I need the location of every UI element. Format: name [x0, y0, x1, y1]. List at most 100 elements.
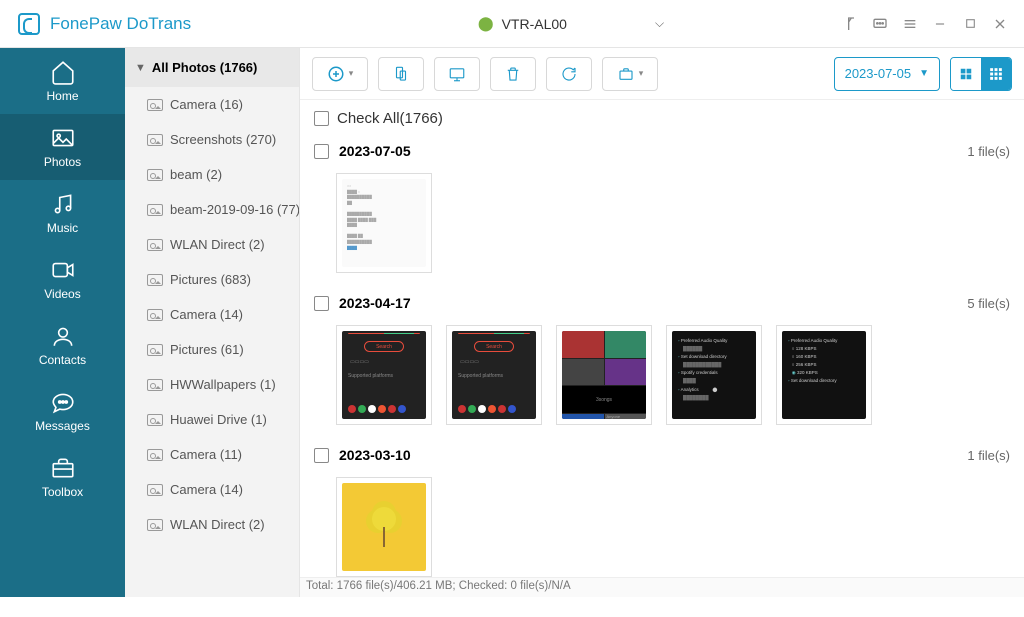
check-all-row: Check All(1766) — [300, 100, 1024, 137]
refresh-button[interactable] — [546, 57, 592, 91]
pc-transfer-icon — [448, 65, 466, 83]
videos-icon — [50, 257, 76, 283]
group-file-count: 1 file(s) — [967, 448, 1010, 463]
tree-item[interactable]: Camera (14) — [125, 297, 299, 332]
sidebar-item-label: Photos — [44, 155, 81, 169]
tree-item-label: beam (2) — [170, 167, 222, 182]
thumbnail-row: Search▭▭▭▭Supported platformsSearch▭▭▭▭S… — [314, 317, 1010, 441]
thumbnail-row — [314, 469, 1010, 577]
photo-folder-icon — [147, 99, 163, 111]
tree-header-label: All Photos (1766) — [152, 60, 257, 75]
minimize-button[interactable] — [932, 16, 948, 32]
group-date: 2023-07-05 — [339, 143, 411, 159]
export-pc-button[interactable] — [434, 57, 480, 91]
menu-icon[interactable] — [902, 16, 918, 32]
sidebar-item-home[interactable]: Home — [0, 48, 125, 114]
add-button[interactable]: ▾ — [312, 57, 368, 91]
photo-folder-icon — [147, 204, 163, 216]
sidebar-item-label: Messages — [35, 419, 90, 433]
photo-folder-icon — [147, 449, 163, 461]
tree-item-label: Pictures (683) — [170, 272, 251, 287]
view-toggle — [950, 57, 1012, 91]
titlebar: FonePaw DoTrans ⬤ VTR-AL00 ⌵ — [0, 0, 1024, 48]
statusbar: Total: 1766 file(s)/406.21 MB; Checked: … — [300, 577, 1024, 597]
music-icon — [50, 191, 76, 217]
tree-item[interactable]: HWWallpapers (1) — [125, 367, 299, 402]
briefcase-icon — [617, 65, 635, 83]
sidebar-item-label: Home — [46, 89, 78, 103]
delete-button[interactable] — [490, 57, 536, 91]
group-checkbox[interactable] — [314, 296, 329, 311]
tree-item-label: HWWallpapers (1) — [170, 377, 276, 392]
view-grid-small-button[interactable] — [981, 58, 1011, 90]
contacts-icon — [50, 323, 76, 349]
grid-large-icon — [959, 67, 973, 81]
photo-folder-icon — [147, 134, 163, 146]
app-title: FonePaw DoTrans — [50, 14, 191, 34]
view-grid-large-button[interactable] — [951, 58, 981, 90]
sidebar-item-label: Toolbox — [42, 485, 83, 499]
photo-thumbnail[interactable]: Search▭▭▭▭Supported platforms — [336, 325, 432, 425]
share-icon[interactable] — [842, 16, 858, 32]
main-layout: Home Photos Music Videos Contacts Messag… — [0, 48, 1024, 597]
folder-tree: ▼ All Photos (1766) Camera (16) Screensho… — [125, 48, 300, 597]
feedback-icon[interactable] — [872, 16, 888, 32]
photo-thumbnail[interactable] — [336, 477, 432, 577]
tree-item[interactable]: Huawei Drive (1) — [125, 402, 299, 437]
tree-item[interactable]: Pictures (61) — [125, 332, 299, 367]
sidebar-item-label: Music — [47, 221, 78, 235]
close-button[interactable] — [992, 16, 1008, 32]
photo-folder-icon — [147, 379, 163, 391]
tree-item-label: WLAN Direct (2) — [170, 517, 265, 532]
date-filter[interactable]: 2023-07-05 ▼ — [834, 57, 940, 91]
tree-item[interactable]: WLAN Direct (2) — [125, 507, 299, 542]
photo-thumbnail[interactable]: 3songsAnyone — [556, 325, 652, 425]
sidebar-item-photos[interactable]: Photos — [0, 114, 125, 180]
group-checkbox[interactable] — [314, 448, 329, 463]
device-selector[interactable]: ⬤ VTR-AL00 ⌵ — [300, 15, 842, 32]
date-group-header: 2023-03-101 file(s) — [314, 441, 1010, 469]
sidebar-item-messages[interactable]: Messages — [0, 378, 125, 444]
photo-folder-icon — [147, 239, 163, 251]
tree-item[interactable]: Pictures (683) — [125, 262, 299, 297]
content-area: ▾ ▾ 2023-07-05 ▼ Check All(1766) 2023-07… — [300, 48, 1024, 597]
tree-item-label: Pictures (61) — [170, 342, 244, 357]
grid-small-icon — [989, 67, 1003, 81]
tree-item[interactable]: WLAN Direct (2) — [125, 227, 299, 262]
window-controls — [842, 16, 1024, 32]
sidebar-item-contacts[interactable]: Contacts — [0, 312, 125, 378]
sidebar-item-videos[interactable]: Videos — [0, 246, 125, 312]
photo-thumbnail[interactable]: ◦ Preferred Audio Quality ○ 128 KBPS ○ 1… — [776, 325, 872, 425]
sidebar-item-toolbox[interactable]: Toolbox — [0, 444, 125, 510]
messages-icon — [50, 389, 76, 415]
photo-folder-icon — [147, 484, 163, 496]
tree-item-label: Camera (14) — [170, 482, 243, 497]
tree-item[interactable]: Camera (14) — [125, 472, 299, 507]
sidebar-item-music[interactable]: Music — [0, 180, 125, 246]
photo-thumbnail[interactable]: ○○████ ○██████████████████████████ ████ … — [336, 173, 432, 273]
tree-item-label: Huawei Drive (1) — [170, 412, 267, 427]
tree-item[interactable]: beam-2019-09-16 (77) — [125, 192, 299, 227]
album-button[interactable]: ▾ — [602, 57, 658, 91]
photo-thumbnail[interactable]: ◦ Preferred Audio Quality ██████◦ Set do… — [666, 325, 762, 425]
photo-folder-icon — [147, 169, 163, 181]
group-checkbox[interactable] — [314, 144, 329, 159]
tree-item[interactable]: Camera (11) — [125, 437, 299, 472]
tree-header[interactable]: ▼ All Photos (1766) — [125, 48, 299, 87]
photo-thumbnail[interactable]: Search▭▭▭▭Supported platforms — [446, 325, 542, 425]
tree-item[interactable]: beam (2) — [125, 157, 299, 192]
toolbox-icon — [50, 455, 76, 481]
tree-item[interactable]: Screenshots (270) — [125, 122, 299, 157]
photo-list[interactable]: 2023-07-05 1 file(s) ○○████ ○█████████████… — [300, 137, 1024, 577]
plus-circle-icon — [327, 65, 345, 83]
tree-item[interactable]: Camera (16) — [125, 87, 299, 122]
check-all-checkbox[interactable] — [314, 111, 329, 126]
export-device-button[interactable] — [378, 57, 424, 91]
maximize-button[interactable] — [962, 16, 978, 32]
photo-folder-icon — [147, 309, 163, 321]
photo-folder-icon — [147, 274, 163, 286]
tree-item-label: Camera (11) — [170, 447, 242, 462]
photos-icon — [50, 125, 76, 151]
tree-item-label: Camera (16) — [170, 97, 243, 112]
photo-folder-icon — [147, 344, 163, 356]
